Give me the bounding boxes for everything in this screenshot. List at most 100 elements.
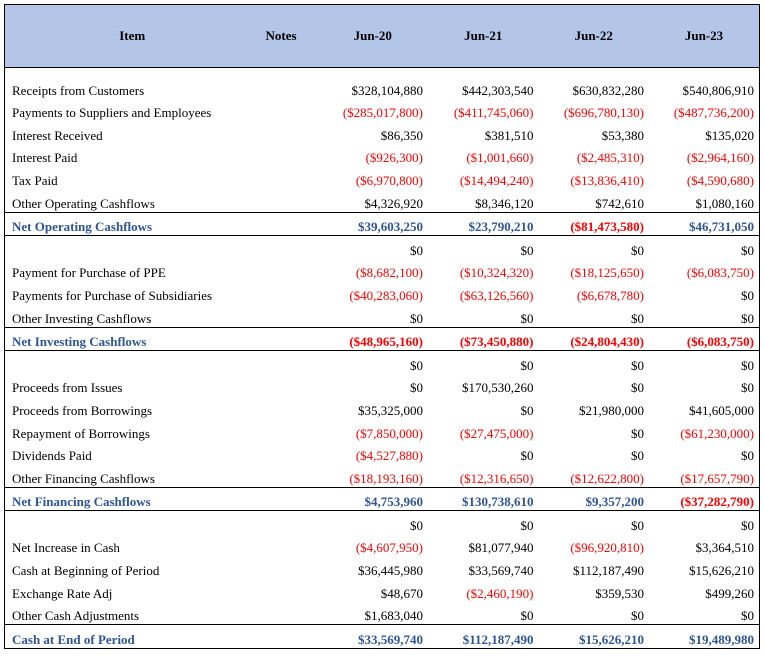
row-value: $46,731,050	[649, 211, 760, 237]
row-label: Net Operating Cashflows	[4, 211, 260, 237]
table-row: Payments for Purchase of Subsidiaries ($4…	[4, 281, 760, 304]
total-row: Cash at End of Period $33,569,740 $112,187…	[4, 624, 760, 649]
row-value: $33,569,740	[317, 624, 428, 649]
row-value: $8,346,120	[475, 195, 534, 211]
row-value: $0	[520, 357, 534, 373]
total-row: Net Financing Cashflows $4,753,960 $130,73…	[4, 486, 760, 512]
table-row: Other Operating Cashflows $4,326,920 $8,34…	[4, 188, 760, 213]
table-row: Other Investing Cashflows $0 $0 $0 $0	[4, 303, 760, 328]
row-value: ($27,475,000)	[459, 425, 534, 441]
row-value: $0	[649, 441, 760, 465]
row-notes	[260, 351, 318, 374]
table-row: Proceeds from Issues $0 $170,530,260 $0 $0	[4, 373, 760, 397]
row-value: $4,326,920	[364, 195, 424, 211]
lead-row: $0 $0 $0 $0	[4, 510, 760, 534]
spacer-row	[4, 67, 760, 76]
row-value: $130,738,610	[428, 486, 539, 512]
row-value: $381,510	[484, 127, 534, 143]
row-value: ($2,964,160)	[649, 143, 760, 167]
cashflow-table: Item Notes Jun-20 Jun-21 Jun-22 Jun-23 R…	[4, 4, 760, 649]
row-label: Other Cash Adjustments	[4, 601, 260, 625]
row-value: ($696,780,130)	[563, 105, 644, 121]
row-value: $112,187,490	[428, 624, 539, 649]
row-value: $742,610	[595, 195, 644, 211]
row-label: Other Financing Cashflows	[4, 464, 260, 488]
row-notes	[260, 304, 318, 327]
row-value: $499,260	[649, 579, 760, 602]
row-notes	[260, 419, 318, 442]
row-value: ($8,682,100)	[355, 265, 423, 281]
row-notes	[260, 442, 318, 465]
row-value: $0	[649, 235, 760, 259]
row-value: $0	[649, 601, 760, 625]
row-value: $170,530,260	[462, 380, 534, 396]
row-label: Other Investing Cashflows	[4, 303, 260, 328]
row-value: $0	[649, 510, 760, 534]
row-notes	[260, 236, 318, 259]
row-value: $0	[410, 380, 423, 396]
row-value: $0	[520, 608, 534, 624]
row-value: $53,380	[601, 127, 644, 143]
row-value: ($926,300)	[365, 150, 423, 166]
row-value: $328,104,880	[351, 82, 424, 98]
lead-row: $0 $0 $0 $0	[4, 235, 760, 259]
row-label: Payments to Suppliers and Employees	[4, 98, 260, 122]
row-label: Payment for Purchase of PPE	[4, 258, 260, 282]
row-notes	[260, 534, 318, 557]
row-value: $39,603,250	[317, 211, 428, 237]
row-value: $0	[631, 357, 644, 373]
row-label	[4, 235, 260, 259]
row-value: ($24,804,430)	[538, 326, 649, 352]
row-value: ($4,607,950)	[355, 540, 423, 556]
row-value: $0	[520, 242, 534, 258]
row-value: $4,753,960	[317, 486, 428, 512]
row-label: Proceeds from Borrowings	[4, 396, 260, 419]
row-label: Receipts from Customers	[4, 76, 260, 99]
table-row: Tax Paid ($6,970,800) ($14,494,240) ($13,83…	[4, 166, 760, 189]
row-label	[4, 350, 260, 374]
row-label: Repayment of Borrowings	[4, 418, 260, 442]
row-value: ($411,745,060)	[453, 105, 534, 121]
row-notes	[260, 511, 318, 534]
row-value: $35,325,000	[358, 402, 423, 418]
row-value: $0	[631, 448, 644, 464]
table-row: Dividends Paid ($4,527,880) $0 $0 $0	[4, 441, 760, 465]
row-value: $0	[649, 350, 760, 374]
row-value: $23,790,210	[428, 211, 539, 237]
row-value: $0	[649, 303, 760, 328]
row-label: Cash at End of Period	[4, 624, 260, 649]
row-value: $15,626,210	[649, 556, 760, 580]
table-row: Net Increase in Cash ($4,607,950) $81,077,…	[4, 533, 760, 557]
row-label: Other Operating Cashflows	[4, 188, 260, 213]
table-row: Other Financing Cashflows ($18,193,160) ($…	[4, 464, 760, 488]
header-item: Item	[4, 4, 260, 68]
row-value: ($6,083,750)	[649, 258, 760, 282]
row-label: Exchange Rate Adj	[4, 579, 260, 602]
row-value: ($48,965,160)	[317, 326, 428, 352]
row-label	[4, 510, 260, 534]
row-value: $0	[631, 608, 644, 624]
row-notes	[260, 464, 318, 487]
table-row: Receipts from Customers $328,104,880 $442,…	[4, 76, 760, 99]
row-value: ($2,485,310)	[576, 150, 644, 166]
row-value: $0	[410, 242, 423, 258]
row-value: ($63,126,560)	[459, 287, 534, 303]
row-label: Net Increase in Cash	[4, 533, 260, 557]
row-value: $81,077,940	[468, 540, 534, 556]
row-notes	[260, 374, 318, 397]
row-value: ($6,678,780)	[576, 287, 644, 303]
table-row: Interest Paid ($926,300) ($1,001,660) ($2,4…	[4, 143, 760, 167]
row-value: $0	[649, 281, 760, 304]
row-value: ($96,920,810)	[570, 540, 644, 556]
row-value: $1,080,160	[649, 188, 760, 213]
row-value: $0	[631, 380, 644, 396]
row-value: $86,350	[380, 127, 423, 143]
row-notes	[259, 486, 318, 512]
row-label: Proceeds from Issues	[4, 373, 260, 397]
row-value: ($285,017,800)	[342, 105, 423, 121]
row-notes	[259, 326, 318, 352]
row-notes	[259, 624, 318, 649]
header-period: Jun-23	[649, 4, 760, 68]
row-value: ($7,850,000)	[355, 425, 423, 441]
row-value: $1,683,040	[364, 608, 424, 624]
